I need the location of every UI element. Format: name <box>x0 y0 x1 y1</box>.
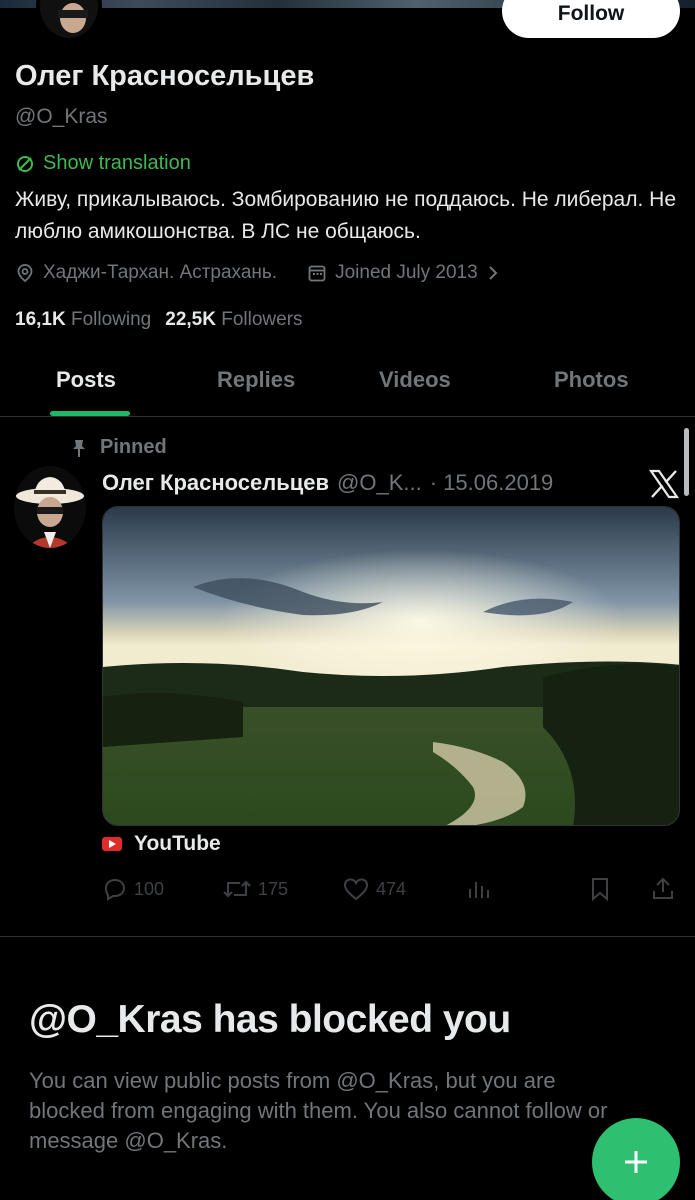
like-button[interactable]: 474 <box>342 876 406 902</box>
profile-counts: 16,1K Following 22,5K Followers <box>15 309 303 331</box>
active-tab-indicator <box>50 411 130 416</box>
tab-posts[interactable]: Posts <box>56 367 116 393</box>
following-count: 16,1K <box>15 309 66 330</box>
views-button[interactable] <box>466 876 492 902</box>
profile-meta: Хаджи-Тархан. Астрахань. Joined July 201… <box>15 262 500 284</box>
chevron-right-icon[interactable] <box>486 263 500 283</box>
profile-avatar[interactable] <box>36 0 102 42</box>
like-count: 474 <box>376 878 407 899</box>
pin-icon <box>73 439 85 457</box>
show-translation-link[interactable]: Show translation <box>15 152 191 175</box>
profile-bio: Живу, прикалываюсь. Зомбированию не подд… <box>15 188 676 243</box>
profile-location: Хаджи-Тархан. Астрахань. <box>43 262 278 283</box>
profile-handle: @O_Kras <box>15 105 108 128</box>
plus-icon <box>625 1151 647 1173</box>
post-actions: 100 175 474 <box>102 876 682 908</box>
profile-name: Олег Красносельцев <box>15 60 315 92</box>
x-logo-icon <box>648 469 680 499</box>
calendar-icon <box>308 265 326 282</box>
blocked-message: You can view public posts from @O_Kras, … <box>29 1068 608 1153</box>
post-author-avatar[interactable] <box>14 466 86 548</box>
post-author-handle[interactable]: @O_K... <box>337 470 422 496</box>
repost-icon <box>223 880 251 898</box>
post-date[interactable]: · 15.06.2019 <box>430 470 554 496</box>
link-source[interactable]: YouTube <box>102 832 221 856</box>
like-icon <box>343 878 369 901</box>
post-author-name[interactable]: Олег Красносельцев <box>102 470 329 496</box>
followers-count: 22,5K <box>165 309 216 330</box>
pinned-indicator: Pinned <box>70 436 167 459</box>
profile-joined[interactable]: Joined July 2013 <box>335 262 478 284</box>
tab-replies[interactable]: Replies <box>217 367 295 393</box>
followers-label: Followers <box>221 309 303 330</box>
following-label: Following <box>70 309 152 330</box>
post-header: Олег Красносельцев @O_K... · 15.06.2019 <box>102 470 553 496</box>
reply-count: 100 <box>134 878 165 899</box>
blocked-title: @O_Kras has blocked you <box>29 998 511 1041</box>
scrollbar[interactable] <box>684 428 689 496</box>
share-button[interactable] <box>650 876 676 902</box>
translate-icon <box>17 155 33 172</box>
profile-tabs: Posts Replies Videos Photos <box>0 355 695 417</box>
compose-button[interactable] <box>592 1118 680 1200</box>
pinned-label: Pinned <box>100 436 167 458</box>
post-video-thumbnail[interactable] <box>102 506 680 826</box>
follow-button[interactable]: Follow <box>502 0 680 38</box>
tab-videos[interactable]: Videos <box>379 367 451 393</box>
section-divider <box>0 936 695 937</box>
bookmark-button[interactable] <box>588 876 612 902</box>
reply-button[interactable]: 100 <box>102 876 164 902</box>
link-source-label: YouTube <box>134 832 221 855</box>
show-translation-label: Show translation <box>43 152 191 174</box>
reply-icon <box>104 878 126 901</box>
share-icon <box>653 877 673 899</box>
tab-photos[interactable]: Photos <box>554 367 629 393</box>
repost-button[interactable]: 175 <box>222 876 288 902</box>
following-link[interactable]: 16,1K Following <box>15 309 151 331</box>
bookmark-icon <box>592 878 608 902</box>
location-icon <box>17 264 33 283</box>
followers-link[interactable]: 22,5K Followers <box>165 309 302 331</box>
repost-count: 175 <box>258 878 289 899</box>
views-icon <box>469 882 489 898</box>
youtube-icon <box>102 837 122 851</box>
